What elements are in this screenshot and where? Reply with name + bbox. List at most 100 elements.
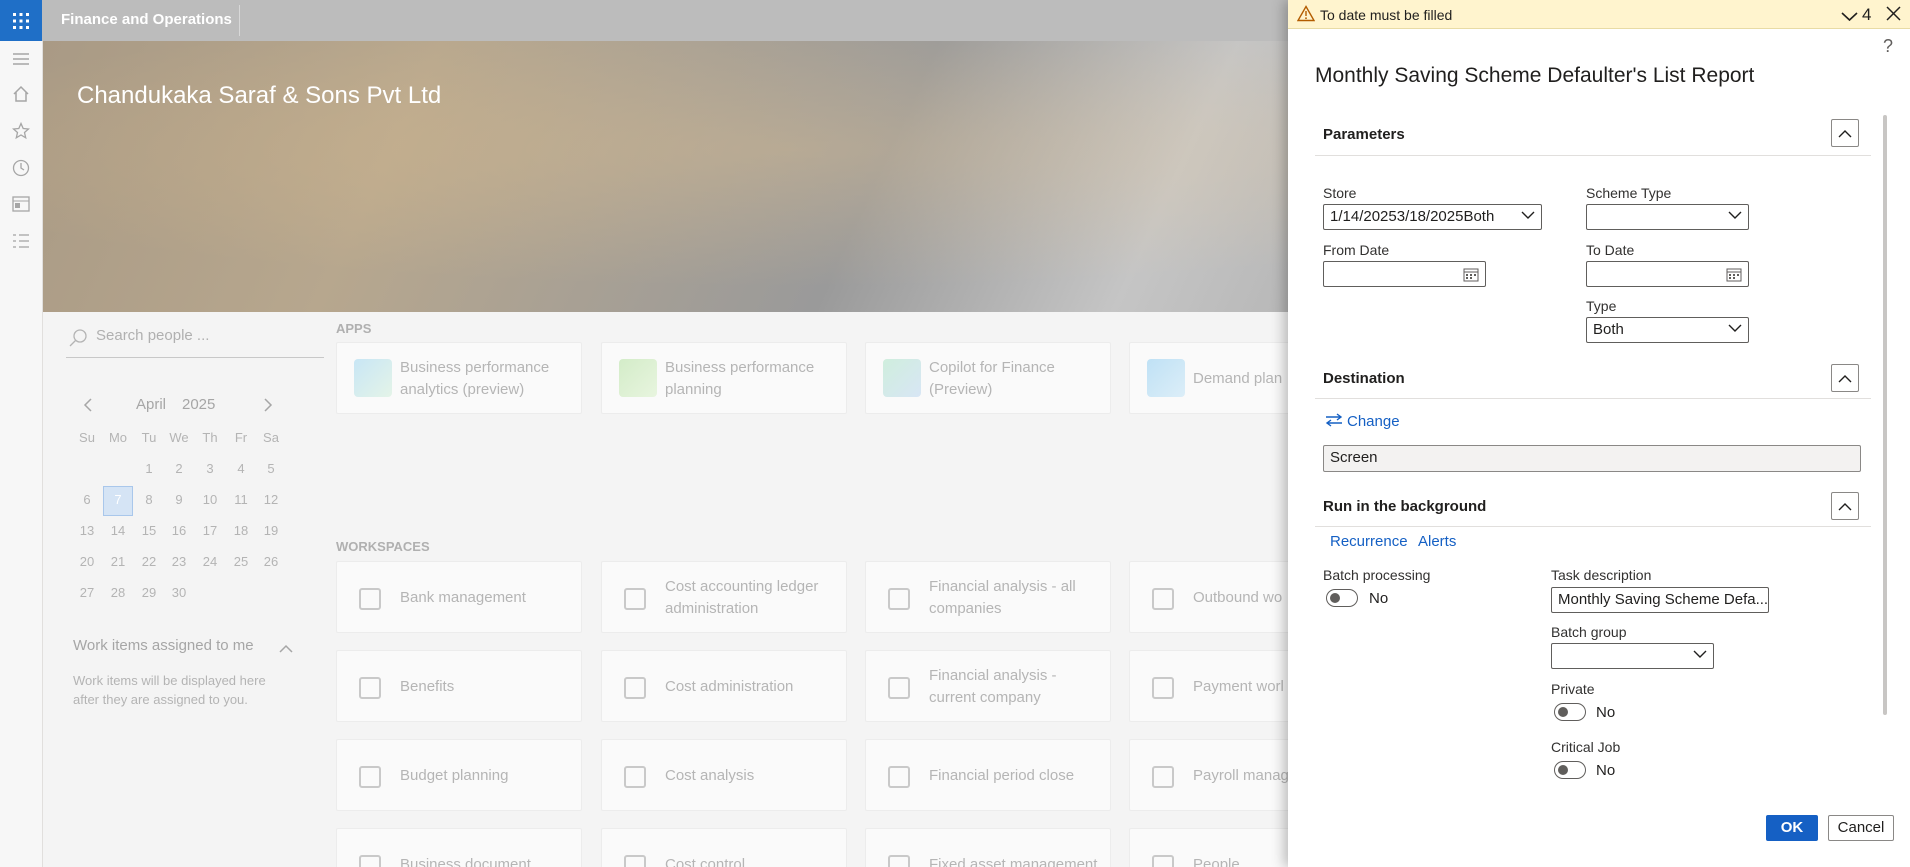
workspace-tile[interactable]: Financial analysis - all companies xyxy=(865,561,1111,633)
workspace-tile[interactable]: Cost analysis xyxy=(601,739,847,811)
recurrence-tab[interactable]: Recurrence xyxy=(1330,533,1408,550)
calendar-day[interactable]: 29 xyxy=(134,585,164,600)
list-icon[interactable] xyxy=(11,231,31,251)
calendar-day[interactable]: 10 xyxy=(195,492,225,507)
collapse-destination-button[interactable] xyxy=(1831,364,1859,392)
tile-title: Cost analysis xyxy=(665,767,755,784)
help-icon[interactable]: ? xyxy=(1883,36,1893,57)
workspace-tile[interactable]: Bank management xyxy=(336,561,582,633)
calendar-day[interactable]: 15 xyxy=(134,523,164,538)
calendar-day[interactable]: 6 xyxy=(72,492,102,507)
calendar-day[interactable]: 9 xyxy=(164,492,194,507)
apps-section-label: APPS xyxy=(336,321,372,336)
alerts-tab[interactable]: Alerts xyxy=(1418,533,1456,550)
star-icon[interactable] xyxy=(11,121,31,141)
from-date-field[interactable] xyxy=(1323,261,1486,287)
calendar-day[interactable]: 2 xyxy=(164,461,194,476)
chevron-down-icon xyxy=(1728,324,1742,332)
calendar-day[interactable]: 21 xyxy=(103,554,133,569)
waffle-icon[interactable] xyxy=(0,0,42,41)
scheme-type-dropdown[interactable] xyxy=(1586,204,1749,230)
calendar-day[interactable]: 19 xyxy=(256,523,286,538)
calendar-day[interactable]: 8 xyxy=(134,492,164,507)
app-title[interactable]: Finance and Operations xyxy=(61,11,232,28)
workspace-tile[interactable]: Business document xyxy=(336,828,582,867)
calendar-day[interactable]: 24 xyxy=(195,554,225,569)
workspace-icon xyxy=(624,855,646,867)
collapse-parameters-button[interactable] xyxy=(1831,119,1859,147)
tile-title: Fixed asset management xyxy=(929,856,1098,867)
critical-job-toggle[interactable] xyxy=(1554,761,1586,779)
dialog-scrollbar[interactable] xyxy=(1883,115,1887,715)
workspace-tile[interactable]: Fixed asset management xyxy=(865,828,1111,867)
message-count: 4 xyxy=(1862,5,1872,24)
workspace-icon xyxy=(1152,855,1174,867)
calendar-day[interactable]: 14 xyxy=(103,523,133,538)
calendar-day[interactable]: 28 xyxy=(103,585,133,600)
calendar-day[interactable]: 16 xyxy=(164,523,194,538)
weekday-header: Mo xyxy=(108,430,128,445)
app-tile[interactable]: Business performance analytics (preview) xyxy=(336,342,582,414)
calendar-day[interactable]: 3 xyxy=(195,461,225,476)
app-tile[interactable]: Business performance planning xyxy=(601,342,847,414)
batch-group-dropdown[interactable] xyxy=(1551,643,1714,669)
swap-icon[interactable] xyxy=(1325,413,1343,430)
clock-icon[interactable] xyxy=(11,158,31,178)
calendar-day[interactable]: 18 xyxy=(226,523,256,538)
calendar-prev-icon[interactable] xyxy=(82,397,94,416)
tile-title: Financial period close xyxy=(929,767,1075,784)
store-dropdown[interactable]: 1/14/20253/18/2025Both xyxy=(1323,204,1542,230)
workspace-tile[interactable]: Budget planning xyxy=(336,739,582,811)
workspace-icon[interactable] xyxy=(11,194,31,214)
work-items-empty-text: Work items will be displayed here after … xyxy=(73,673,266,707)
calendar-day[interactable]: 1 xyxy=(134,461,164,476)
warning-message-text: To date must be filled xyxy=(1320,7,1453,23)
cancel-button[interactable]: Cancel xyxy=(1828,815,1894,841)
calendar-day[interactable]: 5 xyxy=(256,461,286,476)
work-items-title[interactable]: Work items assigned to me xyxy=(73,637,254,654)
calendar-day[interactable]: 26 xyxy=(256,554,286,569)
calendar-day[interactable]: 23 xyxy=(164,554,194,569)
parameters-heading[interactable]: Parameters xyxy=(1323,126,1405,143)
calendar-day[interactable]: 27 xyxy=(72,585,102,600)
search-input[interactable]: Search people ... xyxy=(96,327,209,344)
hamburger-icon[interactable] xyxy=(11,49,31,69)
private-toggle[interactable] xyxy=(1554,703,1586,721)
calendar-day[interactable]: 13 xyxy=(72,523,102,538)
calendar-day[interactable]: 22 xyxy=(134,554,164,569)
batch-group-label: Batch group xyxy=(1551,624,1627,640)
calendar-day[interactable]: 4 xyxy=(226,461,256,476)
chevron-down-icon[interactable] xyxy=(1841,9,1858,25)
app-tile[interactable]: Copilot for Finance (Preview) xyxy=(865,342,1111,414)
workspace-icon xyxy=(359,677,381,699)
workspace-tile[interactable]: Financial period close xyxy=(865,739,1111,811)
tile-title: Benefits xyxy=(400,678,455,695)
batch-processing-toggle[interactable] xyxy=(1326,589,1358,607)
close-icon[interactable] xyxy=(1886,6,1901,24)
destination-heading[interactable]: Destination xyxy=(1323,370,1405,387)
workspace-tile[interactable]: Cost administration xyxy=(601,650,847,722)
calendar-day[interactable]: 11 xyxy=(226,492,256,507)
background-heading[interactable]: Run in the background xyxy=(1323,498,1486,515)
change-destination-link[interactable]: Change xyxy=(1347,413,1400,430)
calendar-day[interactable]: 30 xyxy=(164,585,194,600)
calendar-day[interactable]: 7 xyxy=(103,492,133,507)
calendar-next-icon[interactable] xyxy=(262,397,274,416)
calendar-day[interactable]: 12 xyxy=(256,492,286,507)
chevron-up-icon[interactable] xyxy=(279,641,293,657)
calendar-day[interactable]: 25 xyxy=(226,554,256,569)
calendar-day[interactable]: 20 xyxy=(72,554,102,569)
calendar-day[interactable]: 17 xyxy=(195,523,225,538)
workspace-tile[interactable]: Financial analysis - current company xyxy=(865,650,1111,722)
type-dropdown[interactable]: Both xyxy=(1586,317,1749,343)
workspace-tile[interactable]: Cost control xyxy=(601,828,847,867)
workspace-tile[interactable]: Benefits xyxy=(336,650,582,722)
workspace-icon xyxy=(888,677,910,699)
collapse-background-button[interactable] xyxy=(1831,492,1859,520)
to-date-field[interactable] xyxy=(1586,261,1749,287)
home-icon[interactable] xyxy=(11,84,31,104)
workspace-tile[interactable]: Cost accounting ledger administration xyxy=(601,561,847,633)
ok-button[interactable]: OK xyxy=(1766,815,1818,841)
chevron-down-icon xyxy=(1521,211,1535,219)
task-description-field[interactable]: Monthly Saving Scheme Defa... xyxy=(1551,587,1769,613)
